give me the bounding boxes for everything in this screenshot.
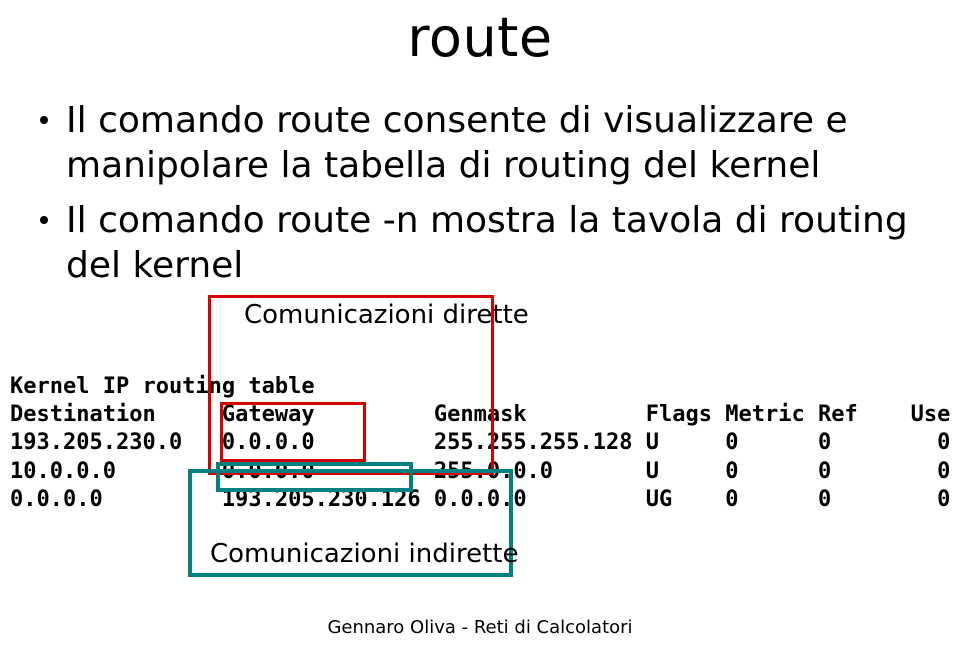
bullet-list: Il comando route consente di visualizzar… [40,98,930,298]
label-comunicazioni-indirette: Comunicazioni indirette [210,539,518,569]
slide-title: route [0,6,960,69]
slide: route Il comando route consente di visua… [0,0,960,648]
bullet-item: Il comando route -n mostra la tavola di … [40,198,930,288]
footer: Gennaro Oliva - Reti di Calcolatori [0,617,960,638]
bullet-dot-icon [40,116,48,124]
bullet-dot-icon [40,216,48,224]
bullet-text: Il comando route -n mostra la tavola di … [66,198,930,288]
bullet-text: Il comando route consente di visualizzar… [66,98,930,188]
bullet-item: Il comando route consente di visualizzar… [40,98,930,188]
highlight-box-red-inner [220,402,366,462]
